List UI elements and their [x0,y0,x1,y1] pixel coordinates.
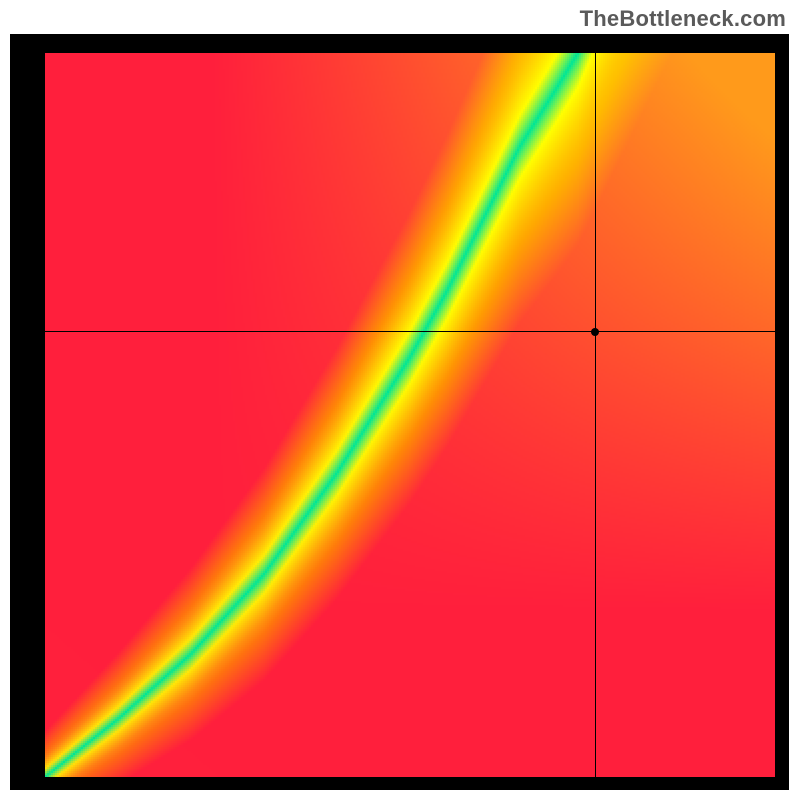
chart-frame [10,34,789,790]
watermark-text: TheBottleneck.com [580,6,786,32]
heatmap-plot [45,53,775,777]
crosshair-horizontal [45,331,775,332]
crosshair-vertical [595,53,596,777]
heatmap-canvas [45,53,775,777]
